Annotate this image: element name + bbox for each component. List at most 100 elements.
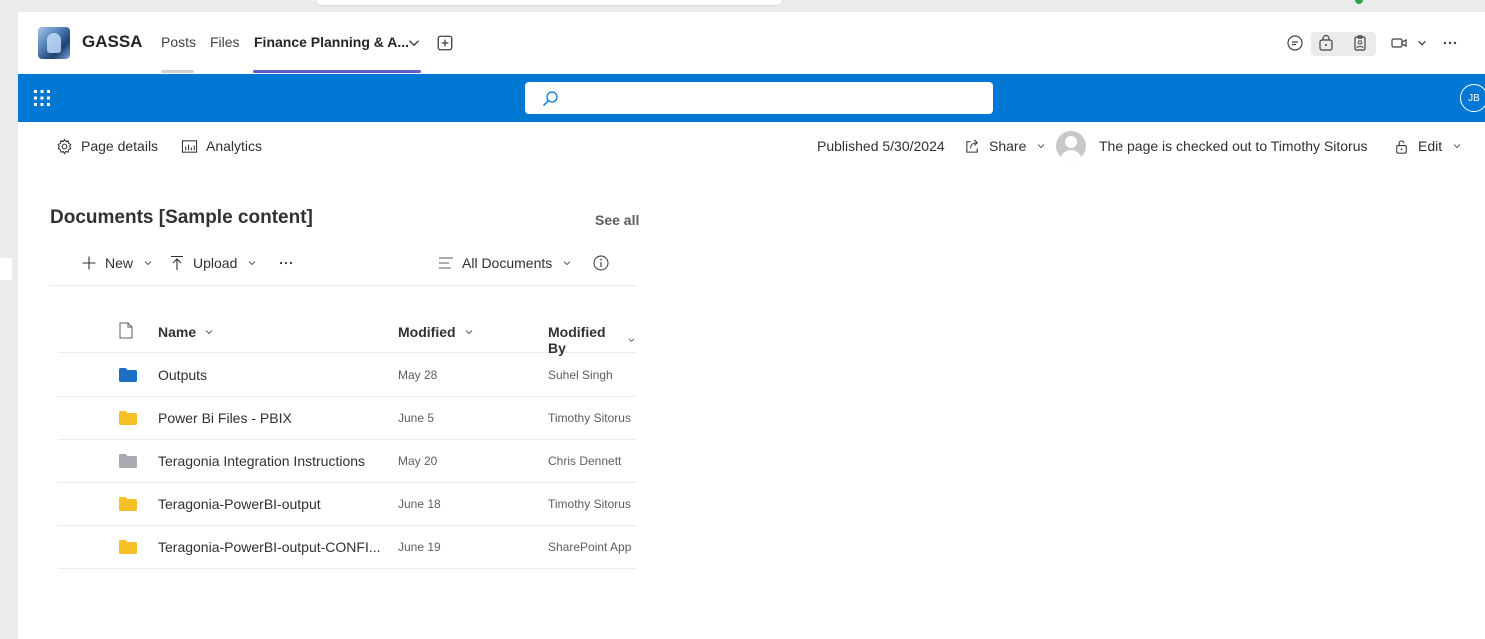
- browser-chrome-strip: [0, 0, 1485, 12]
- tab-active-indicator: [253, 70, 421, 73]
- published-date: Published 5/30/2024: [817, 138, 945, 154]
- row-name[interactable]: Teragonia-PowerBI-output-CONFI...: [158, 539, 381, 555]
- row-modified: May 28: [398, 368, 438, 382]
- plus-icon: [82, 256, 96, 270]
- folder-icon: [119, 540, 137, 554]
- edit-label: Edit: [1418, 138, 1443, 154]
- teams-content-frame: GASSA Posts Files Finance Planning & A..…: [18, 12, 1485, 639]
- status-dot: [1355, 0, 1363, 4]
- table-row[interactable]: Teragonia-PowerBI-output-CONFI... June 1…: [58, 526, 636, 569]
- teams-left-rail: [0, 0, 18, 639]
- library-more-button[interactable]: [278, 253, 294, 273]
- column-header-name[interactable]: Name: [158, 324, 214, 340]
- edit-chevron-down-icon: [1453, 144, 1461, 149]
- browser-address-stub: [315, 0, 783, 6]
- page-details-button[interactable]: Page details: [56, 136, 158, 156]
- info-icon: [593, 255, 609, 271]
- view-list-icon: [439, 257, 453, 269]
- new-label: New: [105, 255, 134, 271]
- checked-out-user-avatar: [1056, 131, 1086, 161]
- lock-bag-icon[interactable]: [1317, 34, 1335, 52]
- search-box[interactable]: [525, 82, 993, 114]
- sharepoint-suite-bar: JB: [18, 74, 1485, 122]
- view-chevron-down-icon: [563, 261, 571, 266]
- row-modified-by: Timothy Sitorus: [548, 411, 631, 425]
- modified-by-sort-chevron-icon: [628, 338, 635, 342]
- row-name[interactable]: Outputs: [158, 367, 207, 383]
- analytics-button[interactable]: Analytics: [181, 136, 262, 156]
- documents-webpart-title: Documents [Sample content]: [50, 207, 313, 228]
- video-chevron-down-icon[interactable]: [1413, 34, 1431, 52]
- tab-finance-planning-label: Finance Planning & A...: [254, 34, 410, 50]
- left-rail-stub: [0, 258, 12, 280]
- column-modified-label: Modified: [398, 324, 456, 340]
- upload-button[interactable]: Upload: [169, 253, 257, 273]
- unlock-icon: [1396, 139, 1407, 154]
- row-modified: May 20: [398, 454, 438, 468]
- new-button[interactable]: New: [81, 253, 153, 273]
- checked-out-status: The page is checked out to Timothy Sitor…: [1099, 138, 1368, 154]
- tab-files[interactable]: Files: [210, 34, 240, 50]
- analytics-label: Analytics: [206, 138, 263, 154]
- edit-button[interactable]: Edit: [1393, 136, 1462, 156]
- see-all-link[interactable]: See all: [595, 212, 639, 228]
- tab-chevron-down-icon[interactable]: [405, 34, 423, 52]
- tab-posts-indicator: [161, 70, 194, 73]
- row-modified-by: Suhel Singh: [548, 368, 613, 382]
- tab-posts[interactable]: Posts: [161, 34, 196, 50]
- table-row[interactable]: Power Bi Files - PBIX June 5 Timothy Sit…: [58, 397, 636, 440]
- row-modified-by: Timothy Sitorus: [548, 497, 631, 511]
- library-divider: [50, 285, 636, 286]
- column-header-modified-by[interactable]: Modified By: [548, 324, 636, 356]
- clipboard-person-icon[interactable]: [1351, 34, 1369, 52]
- new-chevron-down-icon: [144, 261, 152, 266]
- more-options-icon[interactable]: [1441, 34, 1459, 52]
- info-button[interactable]: [593, 253, 609, 273]
- upload-chevron-down-icon: [249, 261, 256, 266]
- share-icon: [966, 139, 978, 153]
- list-header: Name Modified Modified By: [58, 317, 636, 356]
- table-row[interactable]: Outputs May 28 Suhel Singh: [58, 354, 636, 397]
- row-name[interactable]: Teragonia-PowerBI-output: [158, 496, 321, 512]
- table-row[interactable]: Teragonia-PowerBI-output June 18 Timothy…: [58, 483, 636, 526]
- row-modified-by: Chris Dennett: [548, 454, 622, 468]
- share-button[interactable]: Share: [964, 136, 1046, 156]
- share-chevron-down-icon: [1038, 144, 1045, 149]
- analytics-icon: [181, 139, 198, 153]
- row-modified: June 19: [398, 540, 441, 554]
- row-name[interactable]: Teragonia Integration Instructions: [158, 453, 365, 469]
- view-label: All Documents: [462, 255, 553, 271]
- folder-icon: [119, 454, 137, 468]
- team-avatar[interactable]: [38, 27, 70, 59]
- name-sort-chevron-icon: [205, 330, 213, 335]
- view-selector[interactable]: All Documents: [438, 253, 572, 273]
- search-icon: [543, 91, 558, 106]
- team-name: GASSA: [82, 32, 143, 51]
- channel-header: GASSA Posts Files Finance Planning & A..…: [18, 12, 1485, 74]
- gear-icon: [57, 137, 72, 155]
- column-name-label: Name: [158, 324, 197, 340]
- chat-icon[interactable]: [1286, 34, 1304, 52]
- search-input[interactable]: [569, 86, 979, 110]
- row-modified-by: SharePoint App: [548, 540, 632, 554]
- folder-icon: [119, 411, 137, 425]
- upload-icon: [171, 255, 183, 270]
- upload-label: Upload: [193, 255, 238, 271]
- app-launcher-icon[interactable]: [33, 89, 51, 107]
- tab-finance-planning[interactable]: Finance Planning & A...: [254, 34, 409, 50]
- table-row[interactable]: Teragonia Integration Instructions May 2…: [58, 440, 636, 483]
- file-type-icon: [119, 322, 133, 339]
- page-details-label: Page details: [81, 138, 159, 154]
- row-name[interactable]: Power Bi Files - PBIX: [158, 410, 292, 426]
- column-header-modified[interactable]: Modified: [398, 324, 474, 340]
- modified-sort-chevron-icon: [465, 330, 472, 335]
- share-label: Share: [989, 138, 1027, 154]
- folder-icon: [119, 497, 137, 511]
- more-icon: [279, 261, 293, 265]
- video-call-icon[interactable]: [1390, 34, 1408, 52]
- add-tab-icon[interactable]: [436, 34, 454, 52]
- row-modified: June 5: [398, 411, 435, 425]
- user-avatar[interactable]: JB: [1460, 84, 1485, 112]
- column-modified-by-label: Modified By: [548, 324, 606, 356]
- folder-icon: [119, 368, 137, 382]
